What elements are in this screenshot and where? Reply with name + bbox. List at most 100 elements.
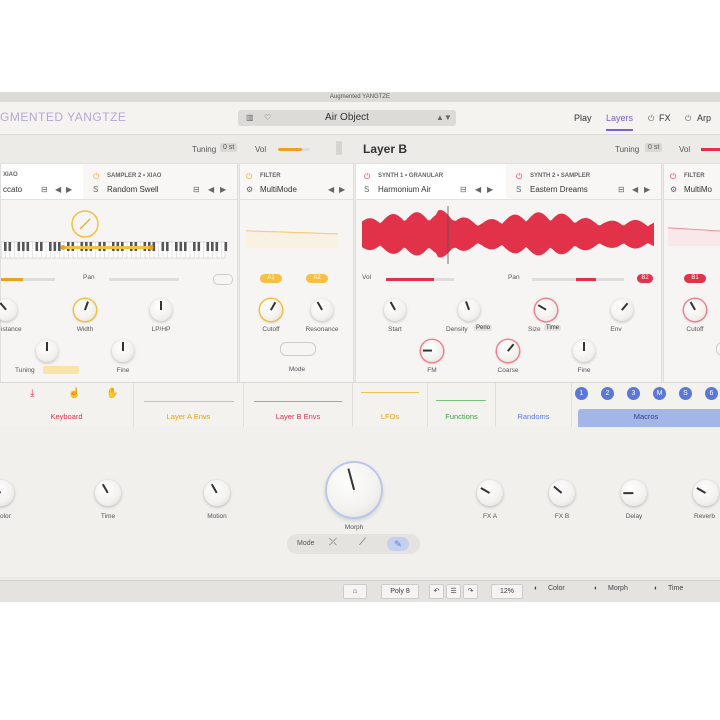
color-knob[interactable] <box>0 480 14 506</box>
density-knob[interactable] <box>458 299 480 321</box>
tab-macros[interactable]: 1 2 3 M S 6 Macros <box>572 383 720 427</box>
macro-3-button[interactable]: 3 <box>627 387 640 400</box>
mod-pill-b1[interactable]: B1 <box>684 274 706 283</box>
preset-arrows-icon[interactable]: ▲▼ <box>436 113 452 122</box>
fx-b-knob[interactable] <box>549 480 575 506</box>
macro-6-button[interactable]: 6 <box>705 387 718 400</box>
chevron-right-icon[interactable]: ▶ <box>487 185 493 194</box>
power-icon[interactable]: ⏻ <box>93 172 99 182</box>
size-badge[interactable]: Time <box>544 325 562 331</box>
mod-pill-a2[interactable]: A2 <box>306 274 328 283</box>
chevron-right-icon[interactable]: ▶ <box>644 185 650 194</box>
macro-1-button[interactable]: 1 <box>575 387 588 400</box>
filter-curve[interactable] <box>240 200 353 270</box>
morph-knob-icon[interactable]: ◐ <box>594 585 598 592</box>
delay-knob[interactable] <box>621 480 647 506</box>
preset-browser[interactable]: ▥ ♡ Air Object ▲▼ <box>238 110 456 126</box>
power-icon[interactable]: ⏻ <box>246 172 252 182</box>
edit-icon[interactable]: ⊟ <box>460 185 467 194</box>
synth-volume-slider[interactable] <box>386 278 434 281</box>
preset-name[interactable]: Air Object <box>238 112 456 123</box>
power-icon[interactable]: ⏻ <box>648 114 654 124</box>
env-knob[interactable] <box>611 299 633 321</box>
tab-lfos[interactable]: LFOs <box>353 383 428 427</box>
macro-2-button[interactable]: 2 <box>601 387 614 400</box>
time-knob-icon[interactable]: ◐ <box>654 585 658 592</box>
sampler-volume-slider[interactable] <box>1 278 23 281</box>
lp-hp-knob[interactable] <box>150 299 172 321</box>
coarse-knob[interactable] <box>497 340 519 362</box>
power-icon[interactable]: ⏻ <box>670 172 676 182</box>
fine-knob[interactable] <box>112 340 134 362</box>
tab-play[interactable]: Play <box>574 113 592 123</box>
fine-knob[interactable] <box>573 340 595 362</box>
tuning-knob[interactable] <box>36 340 58 362</box>
layer-b-volume-slider[interactable] <box>701 148 720 151</box>
power-icon[interactable]: ⏻ <box>364 172 370 182</box>
edit-icon[interactable]: ⊟ <box>618 185 625 194</box>
mod-pill[interactable] <box>213 274 233 285</box>
chevron-right-icon[interactable]: ▶ <box>220 185 226 194</box>
filter-name[interactable]: MultiMode <box>260 185 297 194</box>
time-knob[interactable] <box>95 480 121 506</box>
tab-layer-a-envs[interactable]: Layer A Envs <box>134 383 244 427</box>
chevron-left-icon[interactable]: ◀ <box>475 185 481 194</box>
fm-knob[interactable] <box>421 340 443 362</box>
poly-button[interactable]: Poly 8 <box>381 584 419 599</box>
tab-layer-b-envs[interactable]: Layer B Envs <box>244 383 353 427</box>
color-knob-icon[interactable]: ◐ <box>534 585 538 592</box>
settings-icon[interactable]: ⚙ <box>670 185 677 194</box>
chevron-right-icon[interactable]: ▶ <box>66 185 72 194</box>
edit-icon[interactable]: ⊟ <box>41 185 48 194</box>
tab-layers[interactable]: Layers <box>606 113 634 131</box>
keyboard-display[interactable] <box>0 200 237 270</box>
midi-icon[interactable]: ⌂ <box>343 584 367 599</box>
waveform-display[interactable] <box>356 200 661 270</box>
distance-knob[interactable] <box>0 299 17 321</box>
sampler-1-tab[interactable]: XIAO ccato ⊟ ◀ ▶ <box>1 164 83 199</box>
chevron-right-icon[interactable]: ▶ <box>339 185 345 194</box>
power-icon[interactable]: ⏻ <box>685 114 691 124</box>
chevron-left-icon[interactable]: ◀ <box>328 185 334 194</box>
motion-knob[interactable] <box>204 480 230 506</box>
redo-icon[interactable]: ↷ <box>463 584 478 599</box>
synth-1-tab[interactable]: ⏻ SYNTH 1 • GRANULAR S Harmonium Air ⊟ ◀… <box>356 164 506 199</box>
macro-s-button[interactable]: S <box>679 387 692 400</box>
filter-name[interactable]: MultiMo <box>684 185 712 194</box>
mode-switch[interactable] <box>280 342 316 356</box>
density-badge[interactable]: Perio <box>474 325 493 331</box>
chevron-left-icon[interactable]: ◀ <box>208 185 214 194</box>
tuning-value[interactable]: 0 st <box>220 143 238 152</box>
mode-switch[interactable] <box>716 342 720 356</box>
tab-functions[interactable]: Functions <box>428 383 496 427</box>
tab-keyboard[interactable]: ⤓ ☝ ✋ Keyboard <box>0 383 134 427</box>
macro-m-button[interactable]: M <box>653 387 666 400</box>
sampler-1-name[interactable]: ccato <box>3 185 22 194</box>
filter-curve[interactable] <box>664 200 720 270</box>
pan-slider[interactable] <box>109 278 179 281</box>
morph-knob[interactable] <box>327 463 381 517</box>
width-knob[interactable] <box>74 299 96 321</box>
tuning-value[interactable]: 0 st <box>645 143 663 152</box>
draw-mode-icon[interactable]: ✎ <box>387 537 409 551</box>
size-knob[interactable] <box>535 299 557 321</box>
synth-1-name[interactable]: Harmonium Air <box>378 185 431 194</box>
edit-icon[interactable]: ⊟ <box>193 185 200 194</box>
chevron-left-icon[interactable]: ◀ <box>55 185 61 194</box>
chevron-left-icon[interactable]: ◀ <box>632 185 638 194</box>
reverb-knob[interactable] <box>693 480 719 506</box>
sampler-2-name[interactable]: Random Swell <box>107 185 159 194</box>
start-knob[interactable] <box>384 299 406 321</box>
tab-fx[interactable]: FX <box>659 113 671 123</box>
tab-randoms[interactable]: Randoms <box>496 383 572 427</box>
power-icon[interactable]: ⏻ <box>516 172 522 182</box>
resonance-knob[interactable] <box>311 299 333 321</box>
undo-icon[interactable]: ↶ <box>429 584 444 599</box>
ramp-icon[interactable]: ⟋ <box>359 537 366 548</box>
tuning-badge[interactable] <box>43 366 79 374</box>
settings-icon[interactable]: ⚙ <box>246 185 253 194</box>
mod-pill-a1[interactable]: A1 <box>260 274 282 283</box>
layer-a-volume-slider[interactable] <box>278 148 310 151</box>
tab-arp[interactable]: Arp <box>697 113 711 123</box>
fx-a-knob[interactable] <box>477 480 503 506</box>
